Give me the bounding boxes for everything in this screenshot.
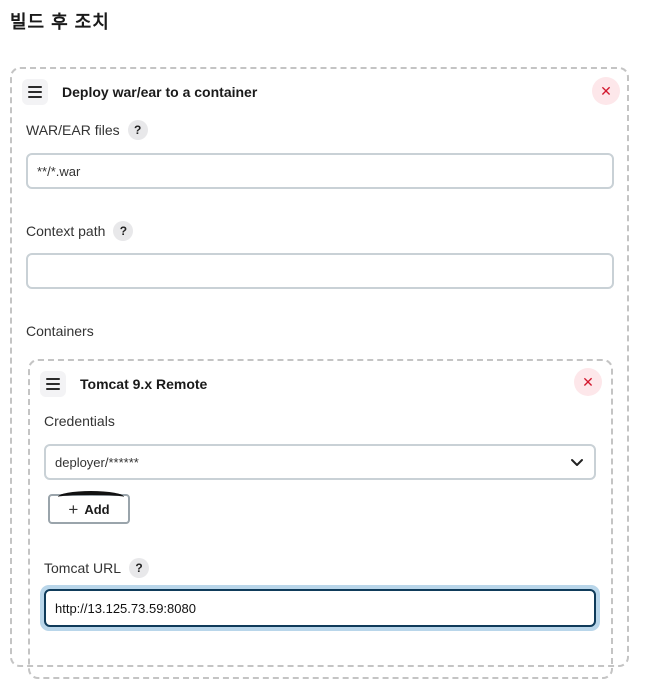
help-icon[interactable]: ? [113,221,134,241]
close-icon[interactable]: ✕ [592,77,620,105]
add-credentials-button[interactable]: + Add [48,491,130,524]
war-files-label-text: WAR/EAR files [26,122,120,138]
help-icon[interactable]: ? [127,120,148,140]
containers-label: Containers [26,323,94,339]
help-icon[interactable]: ? [129,558,150,578]
container-card-title: Tomcat 9.x Remote [80,376,208,392]
plus-icon: + [68,499,79,519]
drag-handle-icon[interactable] [40,371,66,397]
context-path-input[interactable] [26,253,614,289]
tomcat-url-label: Tomcat URL ? [44,558,150,578]
deploy-card-title: Deploy war/ear to a container [62,84,258,100]
credentials-label: Credentials [44,413,115,429]
tomcat-url-label-text: Tomcat URL [44,560,122,576]
war-files-label: WAR/EAR files ? [26,120,148,140]
credentials-selected-value: deployer/****** [55,454,139,470]
tomcat-url-input[interactable] [44,589,596,627]
war-files-input[interactable] [26,153,614,189]
context-path-label-text: Context path [26,223,106,239]
button-highlight-arc [58,491,124,503]
containers-label-text: Containers [26,323,94,339]
close-icon[interactable]: ✕ [574,368,602,396]
context-path-label: Context path ? [26,221,134,241]
credentials-select[interactable]: deployer/****** [44,444,596,480]
drag-handle-icon[interactable] [22,79,48,105]
add-button-label: Add [84,501,110,517]
section-title: 빌드 후 조치 [10,12,110,32]
credentials-label-text: Credentials [44,413,115,429]
chevron-down-icon [571,459,583,466]
